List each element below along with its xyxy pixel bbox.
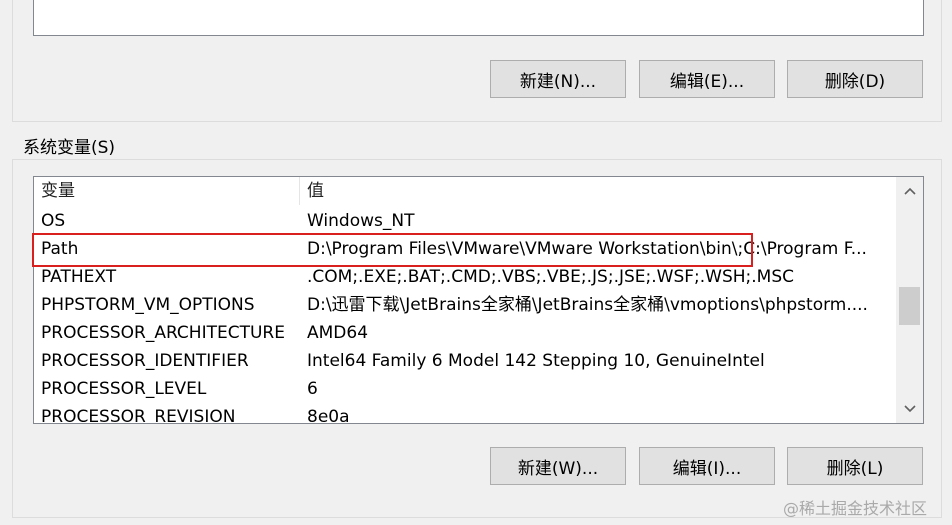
variable-name: PATHEXT	[41, 267, 117, 287]
variable-value: D:\迅雷下载\JetBrains全家桶\JetBrains全家桶\vmopti…	[307, 295, 868, 315]
user-delete-button[interactable]: 删除(D)	[787, 60, 923, 98]
user-edit-button[interactable]: 编辑(E)...	[639, 60, 775, 98]
table-row[interactable]: PROCESSOR_LEVEL 6	[34, 375, 896, 403]
table-row[interactable]: PHPSTORM_VM_OPTIONS D:\迅雷下载\JetBrains全家桶…	[34, 291, 896, 319]
column-header-value[interactable]: 值	[301, 177, 896, 205]
table-row[interactable]: PROCESSOR_REVISION 8e0a	[34, 403, 896, 424]
variable-name: PROCESSOR_IDENTIFIER	[41, 351, 249, 371]
table-row[interactable]: PROCESSOR_ARCHITECTURE AMD64	[34, 319, 896, 347]
variable-name: PROCESSOR_LEVEL	[41, 379, 207, 399]
column-header-name[interactable]: 变量	[34, 177, 300, 205]
variable-value: 6	[307, 379, 318, 399]
variable-name: PROCESSOR_REVISION	[41, 407, 236, 424]
variable-value: Intel64 Family 6 Model 142 Stepping 10, …	[307, 351, 765, 371]
watermark: @稀土掘金技术社区	[783, 499, 928, 518]
system-edit-button[interactable]: 编辑(I)...	[639, 447, 775, 485]
variable-value: 8e0a	[307, 407, 350, 424]
variable-name: PHPSTORM_VM_OPTIONS	[41, 295, 255, 315]
variable-value: AMD64	[307, 323, 369, 343]
variable-value: .COM;.EXE;.BAT;.CMD;.VBS;.VBE;.JS;.JSE;.…	[307, 267, 795, 287]
variable-name: PROCESSOR_ARCHITECTURE	[41, 323, 285, 343]
scrollbar-thumb[interactable]	[899, 287, 920, 325]
chevron-down-icon[interactable]	[896, 395, 923, 423]
table-row[interactable]: PROCESSOR_IDENTIFIER Intel64 Family 6 Mo…	[34, 347, 896, 375]
variable-name: OS	[41, 211, 66, 231]
variable-value: Windows_NT	[307, 211, 415, 231]
system-delete-button[interactable]: 删除(L)	[787, 447, 923, 485]
system-new-button[interactable]: 新建(W)...	[490, 447, 626, 485]
table-row[interactable]: OS Windows_NT	[34, 207, 896, 235]
chevron-up-icon[interactable]	[896, 177, 923, 205]
table-row[interactable]: PATHEXT .COM;.EXE;.BAT;.CMD;.VBS;.VBE;.J…	[34, 263, 896, 291]
vertical-scrollbar[interactable]	[896, 177, 923, 423]
user-new-button[interactable]: 新建(N)...	[490, 60, 626, 98]
system-variables-list[interactable]: 变量 值 OS Windows_NT Path D:\Program Files…	[33, 176, 924, 424]
user-variables-list[interactable]	[33, 0, 924, 36]
path-row-highlight	[32, 233, 753, 267]
system-variables-title: 系统变量(S)	[20, 137, 119, 159]
